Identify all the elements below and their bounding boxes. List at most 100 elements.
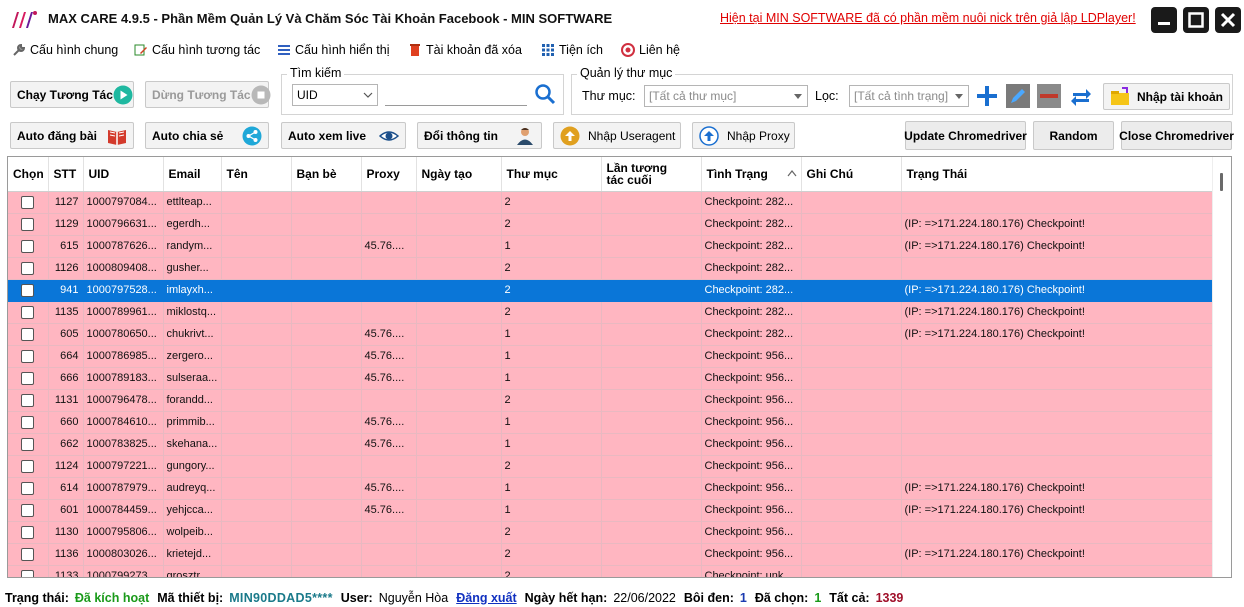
table-row[interactable]: 601 1000784459... yehjcca... 45.76.... 1 Chec… (8, 499, 1214, 522)
row-select-checkbox[interactable] (21, 261, 35, 275)
table-row[interactable]: 605 1000780650... chukrivt... 45.76.... 1 Che… (8, 323, 1214, 346)
search-input[interactable] (385, 84, 527, 106)
col-header-last-interaction[interactable]: Lần tương tác cuối (601, 157, 702, 192)
col-header-folder[interactable]: Thư mục (501, 157, 602, 192)
change-info-button[interactable]: Đổi thông tin (417, 122, 542, 149)
grid-icon (542, 44, 554, 56)
delete-folder-icon[interactable] (1037, 84, 1061, 108)
menu-utilities[interactable]: Tiện ích (541, 41, 603, 59)
table-row[interactable]: 660 1000784610... primmib... 45.76.... 1 Chec… (8, 411, 1214, 434)
col-header-proxy[interactable]: Proxy (361, 157, 417, 192)
menu-general-config[interactable]: Cấu hình chung (12, 41, 118, 59)
close-chromedriver-button[interactable]: Close Chromedriver (1119, 121, 1234, 150)
cell-name (221, 323, 292, 346)
row-select-checkbox[interactable] (21, 283, 35, 297)
random-button[interactable]: Random (1033, 121, 1114, 150)
close-button[interactable] (1215, 7, 1241, 33)
row-select-checkbox[interactable] (21, 503, 35, 517)
run-interaction-button[interactable]: Chạy Tương Tác (10, 81, 134, 108)
search-icon[interactable] (533, 82, 557, 106)
update-chromedriver-button[interactable]: Update Chromedriver (904, 121, 1027, 150)
menu-deleted-accounts[interactable]: Tài khoản đã xóa (408, 41, 522, 59)
col-header-stt[interactable]: STT (48, 157, 84, 192)
table-row[interactable]: 1129 1000796631... egerdh... 2 Checkpoint: 2… (8, 213, 1214, 236)
close-chromedriver-label: Close Chromedriver (1119, 128, 1234, 143)
table-row[interactable]: 614 1000787979... audreyq... 45.76.... 1 Chec… (8, 477, 1214, 500)
col-header-note[interactable]: Ghi Chú (801, 157, 902, 192)
row-select-checkbox[interactable] (21, 459, 35, 473)
row-select-checkbox[interactable] (21, 371, 35, 385)
wrench-icon (13, 43, 26, 56)
row-select-checkbox[interactable] (21, 239, 35, 253)
search-field-select[interactable]: UID (292, 84, 378, 106)
row-select-checkbox[interactable] (21, 327, 35, 341)
filter-select[interactable]: [Tất cả tình trạng] (849, 85, 969, 107)
row-select-checkbox[interactable] (21, 393, 35, 407)
minimize-button[interactable] (1151, 7, 1177, 33)
cell-folder: 2 (501, 257, 602, 280)
accounts-table: Chọn STT UID Email Tên Bạn bè Proxy Ngày… (7, 156, 1232, 578)
table-row[interactable]: 1126 1000809408... gusher... 2 Checkpoint: 2… (8, 257, 1214, 280)
logout-link[interactable]: Đăng xuất (456, 591, 516, 605)
table-row[interactable]: 1133 1000799273... grosztr... 2 Checkpoint: … (8, 565, 1214, 577)
col-header-created-date[interactable]: Ngày tạo (416, 157, 502, 192)
expiry-value: 22/06/2022 (613, 590, 676, 605)
stop-interaction-button[interactable]: Dừng Tương Tác (145, 81, 271, 108)
table-row[interactable]: 664 1000786985... zergero... 45.76.... 1 Chec… (8, 345, 1214, 368)
scrollbar-thumb[interactable] (1220, 173, 1223, 191)
menu-display-config[interactable]: Cấu hình hiển thị (277, 41, 390, 59)
table-row[interactable]: 1136 1000803026... krietejd... 2 Checkpoint:… (8, 543, 1214, 566)
table-row[interactable]: 1131 1000796478... forandd... 2 Checkpoint: … (8, 389, 1214, 412)
row-select-checkbox[interactable] (21, 305, 35, 319)
cell-email: miklostq... (163, 301, 222, 324)
table-row[interactable]: 1124 1000797221... gungory... 2 Checkpoint: … (8, 455, 1214, 478)
col-header-status[interactable]: Tình Trạng (701, 157, 802, 192)
row-select-checkbox[interactable] (21, 437, 35, 451)
row-select-checkbox[interactable] (21, 349, 35, 363)
col-header-name[interactable]: Tên (221, 157, 292, 192)
add-folder-icon[interactable] (975, 84, 999, 108)
table-row[interactable]: 662 1000783825... skehana... 45.76.... 1 Chec… (8, 433, 1214, 456)
vertical-scrollbar[interactable] (1212, 157, 1231, 577)
menu-contact[interactable]: Liên hệ (621, 41, 680, 59)
table-row[interactable]: 615 1000787626... randym... 45.76.... 1 Check… (8, 235, 1214, 258)
cell-stt: 605 (48, 323, 84, 346)
row-select-checkbox[interactable] (21, 195, 35, 209)
row-select-checkbox[interactable] (21, 569, 35, 577)
row-select-checkbox[interactable] (21, 481, 35, 495)
row-select-checkbox[interactable] (21, 217, 35, 231)
folder-select[interactable]: [Tất cả thư mục] (644, 85, 808, 107)
table-row[interactable]: 941 1000797528... imlayxh... 2 Checkpoint: 2… (8, 279, 1214, 302)
row-select-checkbox[interactable] (21, 547, 35, 561)
col-header-uid[interactable]: UID (83, 157, 164, 192)
row-select-checkbox[interactable] (21, 415, 35, 429)
col-header-friends[interactable]: Bạn bè (291, 157, 362, 192)
import-proxy-button[interactable]: Nhập Proxy (692, 122, 795, 149)
cell-note (801, 257, 902, 280)
cell-status: Checkpoint: 956... (701, 499, 802, 522)
cell-stt: 601 (48, 499, 84, 522)
auto-share-button[interactable]: Auto chia sẻ (145, 122, 269, 149)
refresh-icon[interactable] (1069, 84, 1093, 108)
cell-email: krietejd... (163, 543, 222, 566)
auto-watch-live-button[interactable]: Auto xem live (281, 122, 406, 149)
table-row[interactable]: 1130 1000795806... wolpeib... 2 Checkpoint: … (8, 521, 1214, 544)
import-useragent-button[interactable]: Nhập Useragent (553, 122, 681, 149)
ldplayer-notice-link[interactable]: Hiện tại MIN SOFTWARE đã có phần mềm nuô… (720, 11, 1136, 25)
table-row[interactable]: 1127 1000797084... ettlteap... 2 Checkpoint:… (8, 191, 1214, 214)
table-row[interactable]: 666 1000789183... sulseraa... 45.76.... 1 Che… (8, 367, 1214, 390)
maximize-button[interactable] (1183, 7, 1209, 33)
row-select-checkbox[interactable] (21, 525, 35, 539)
col-header-state[interactable]: Trạng Thái (901, 157, 1214, 192)
edit-folder-icon[interactable] (1006, 84, 1030, 108)
col-header-select[interactable]: Chọn (8, 157, 49, 192)
import-accounts-button[interactable]: Nhập tài khoản (1103, 83, 1230, 110)
cell-friends (291, 521, 362, 544)
cell-name (221, 301, 292, 324)
cell-state: (IP: =>171.224.180.176) Checkpoint! (901, 543, 1214, 566)
auto-post-button[interactable]: Auto đăng bài (10, 122, 134, 149)
cell-chk (8, 345, 49, 368)
menu-interaction-config[interactable]: Cấu hình tương tác (134, 41, 260, 59)
table-row[interactable]: 1135 1000789961... miklostq... 2 Checkpoint:… (8, 301, 1214, 324)
col-header-email[interactable]: Email (163, 157, 222, 192)
